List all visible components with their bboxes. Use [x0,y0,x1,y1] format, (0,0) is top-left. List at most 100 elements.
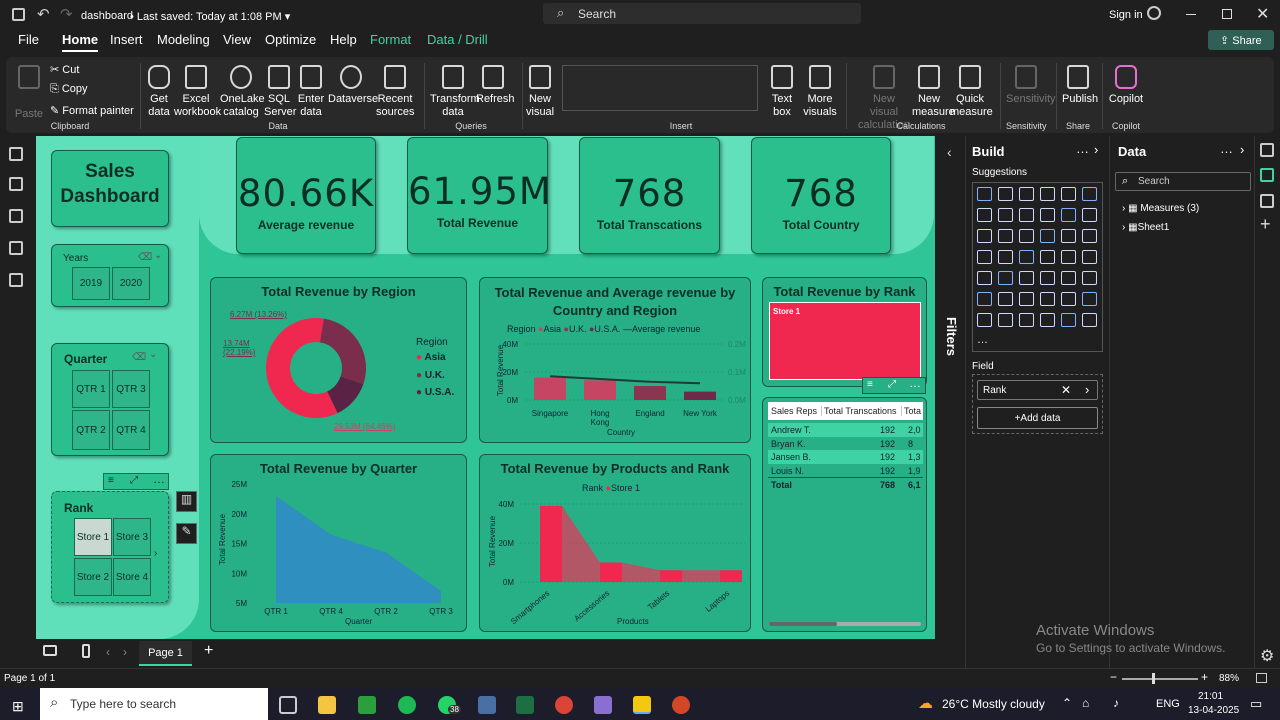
dataverse-button[interactable]: Dataverse [328,65,378,106]
chevron-down-icon[interactable]: ⌄ [154,250,162,261]
quarter-button-qtr3[interactable]: QTR 3 [112,370,150,408]
zoom-out-icon[interactable]: − [1110,670,1117,684]
card-icon[interactable] [1019,271,1034,285]
donut-icon[interactable] [1061,229,1076,243]
clock-date[interactable]: 13-04-2025 [1188,705,1239,716]
focus-mode-icon[interactable]: ⤢ [130,475,138,486]
sql-server-button[interactable]: SQL Server [264,65,296,119]
cut-button[interactable]: ✂ Cut [50,63,79,76]
menu-format[interactable]: Format [370,32,411,47]
slicer-icon[interactable] [1082,271,1097,285]
100-bar-icon[interactable] [1061,187,1076,201]
visual-gallery[interactable] [562,65,758,111]
undo-icon[interactable]: ↶ [37,5,50,23]
table-icon[interactable] [977,271,992,285]
decomposition-icon[interactable] [1061,250,1076,264]
line-stacked-icon[interactable] [1061,208,1076,222]
area-icon[interactable] [998,208,1013,222]
filter-pane-icon[interactable] [1260,143,1274,157]
excel-workbook-button[interactable]: Excel workbook [174,65,221,119]
get-data-button[interactable]: Get data [144,65,174,119]
filter-icon[interactable]: ≡ [867,379,873,390]
word-icon[interactable] [1061,313,1076,327]
settings-icon[interactable]: ⚙ [1260,646,1274,666]
menu-optimize[interactable]: Optimize [265,32,316,47]
minimize-icon[interactable] [1186,14,1196,15]
previous-page-icon[interactable]: ‹ [106,645,110,659]
column-header[interactable]: Total Transcations [821,406,897,416]
smart-icon[interactable] [1040,313,1055,327]
chevron-right-icon[interactable]: › [1085,382,1089,397]
waterfall-icon[interactable] [977,229,992,243]
narrative-icon[interactable] [1040,292,1055,306]
spotify-icon[interactable] [398,696,416,714]
quarter-button-qtr2[interactable]: QTR 2 [72,410,110,450]
remove-field-icon[interactable]: ✕ [1061,383,1071,397]
menu-data-drill[interactable]: Data / Drill [427,32,488,47]
rank-slicer[interactable]: Rank Store 1 Store 3 Store 2 Store 4 › [51,491,169,603]
chevron-left-icon[interactable]: ‹ [947,144,952,160]
zoom-level[interactable]: 88% [1219,673,1239,684]
column-header[interactable]: Tota [901,406,921,416]
scatter-icon[interactable] [1019,229,1034,243]
chevron-down-icon[interactable]: ⌄ [149,349,157,360]
chevron-right-icon[interactable]: › [154,548,157,559]
kpi-icon[interactable] [1061,271,1076,285]
scrollbar-thumb[interactable] [769,622,837,626]
focus-mode-icon[interactable]: ⤢ [888,379,896,390]
close-icon[interactable]: ✕ [1256,4,1269,24]
ribbon-icon[interactable] [1082,208,1097,222]
revenue-by-country-chart[interactable]: Total Revenue and Average revenue by Cou… [479,277,751,443]
quick-measure-button[interactable]: Quick measure [950,65,993,119]
desktop-layout-icon[interactable] [43,645,57,656]
next-page-icon[interactable]: › [123,645,127,659]
legend-item-usa[interactable]: ● U.S.A. [416,387,454,398]
stacked-area-icon[interactable] [1019,208,1034,222]
legend-item-asia[interactable]: ● Asia [416,352,446,363]
python-icon[interactable] [998,292,1013,306]
excel-icon[interactable] [516,696,534,714]
stacked-bar-icon[interactable] [977,187,992,201]
line-icon[interactable] [977,208,992,222]
filter-icon[interactable]: ≡ [108,475,114,486]
zoom-in-icon[interactable]: + [1201,670,1208,684]
clock-time[interactable]: 21:01 [1198,691,1223,702]
app-icon[interactable] [478,696,496,714]
kpi-average-revenue[interactable]: 80.66K Average revenue [236,137,376,254]
search-input[interactable]: ⌕ Search [543,3,861,24]
onelake-catalog-button[interactable]: OneLake catalog [220,65,265,119]
report-view-icon[interactable] [9,147,23,161]
mobile-layout-icon[interactable] [82,644,90,658]
data-search-input[interactable]: ⌕ Search [1115,172,1251,191]
treemap-tile-store1[interactable]: Store 1 [769,302,921,380]
copy-button[interactable]: ⎘ Copy [50,83,88,96]
power-bi-icon[interactable] [633,696,651,714]
tmdl-view-icon[interactable] [9,273,23,287]
quarter-slicer[interactable]: Quarter ⌫ ⌄ QTR 1 QTR 3 QTR 2 QTR 4 [51,343,169,456]
pie-icon[interactable] [1040,229,1055,243]
sales-reps-table[interactable]: Sales Reps Total Transcations Tota Andre… [762,397,927,632]
more-icon[interactable]: … [977,334,992,348]
100-column-icon[interactable] [1082,187,1097,201]
revenue-by-rank-chart[interactable]: Total Revenue by Rank Store 1 [762,277,927,387]
menu-file[interactable]: File [18,32,39,47]
fit-to-page-icon[interactable] [1256,673,1267,683]
format-painter-button[interactable]: ✎ Format painter [50,104,134,117]
text-box-button[interactable]: Text box [768,65,796,119]
clustered-bar-icon[interactable] [1019,187,1034,201]
build-visual-icon[interactable]: ✎ [176,523,197,544]
chrome-icon[interactable] [555,696,573,714]
field-chip-rank[interactable]: Rank ✕ › [977,380,1098,400]
maximize-icon[interactable] [1222,9,1232,19]
table-row[interactable]: Jansen B. 192 1,3 [768,450,923,464]
task-view-icon[interactable] [279,696,297,714]
system-tray-chevron-icon[interactable]: ⌃ [1062,696,1072,710]
table-row[interactable]: Louis N. 192 1,9 [768,463,923,477]
quarter-button-qtr4[interactable]: QTR 4 [112,410,150,450]
language-indicator[interactable]: ENG [1156,698,1180,710]
windows-start-icon[interactable]: ⊞ [12,698,24,715]
revenue-by-quarter-chart[interactable]: Total Revenue by Quarter Total Revenue Q… [210,454,467,632]
table-view-icon[interactable] [9,177,23,191]
format-visual-icon[interactable]: ▥ [176,491,197,512]
column-header[interactable]: Sales Reps [771,406,817,416]
